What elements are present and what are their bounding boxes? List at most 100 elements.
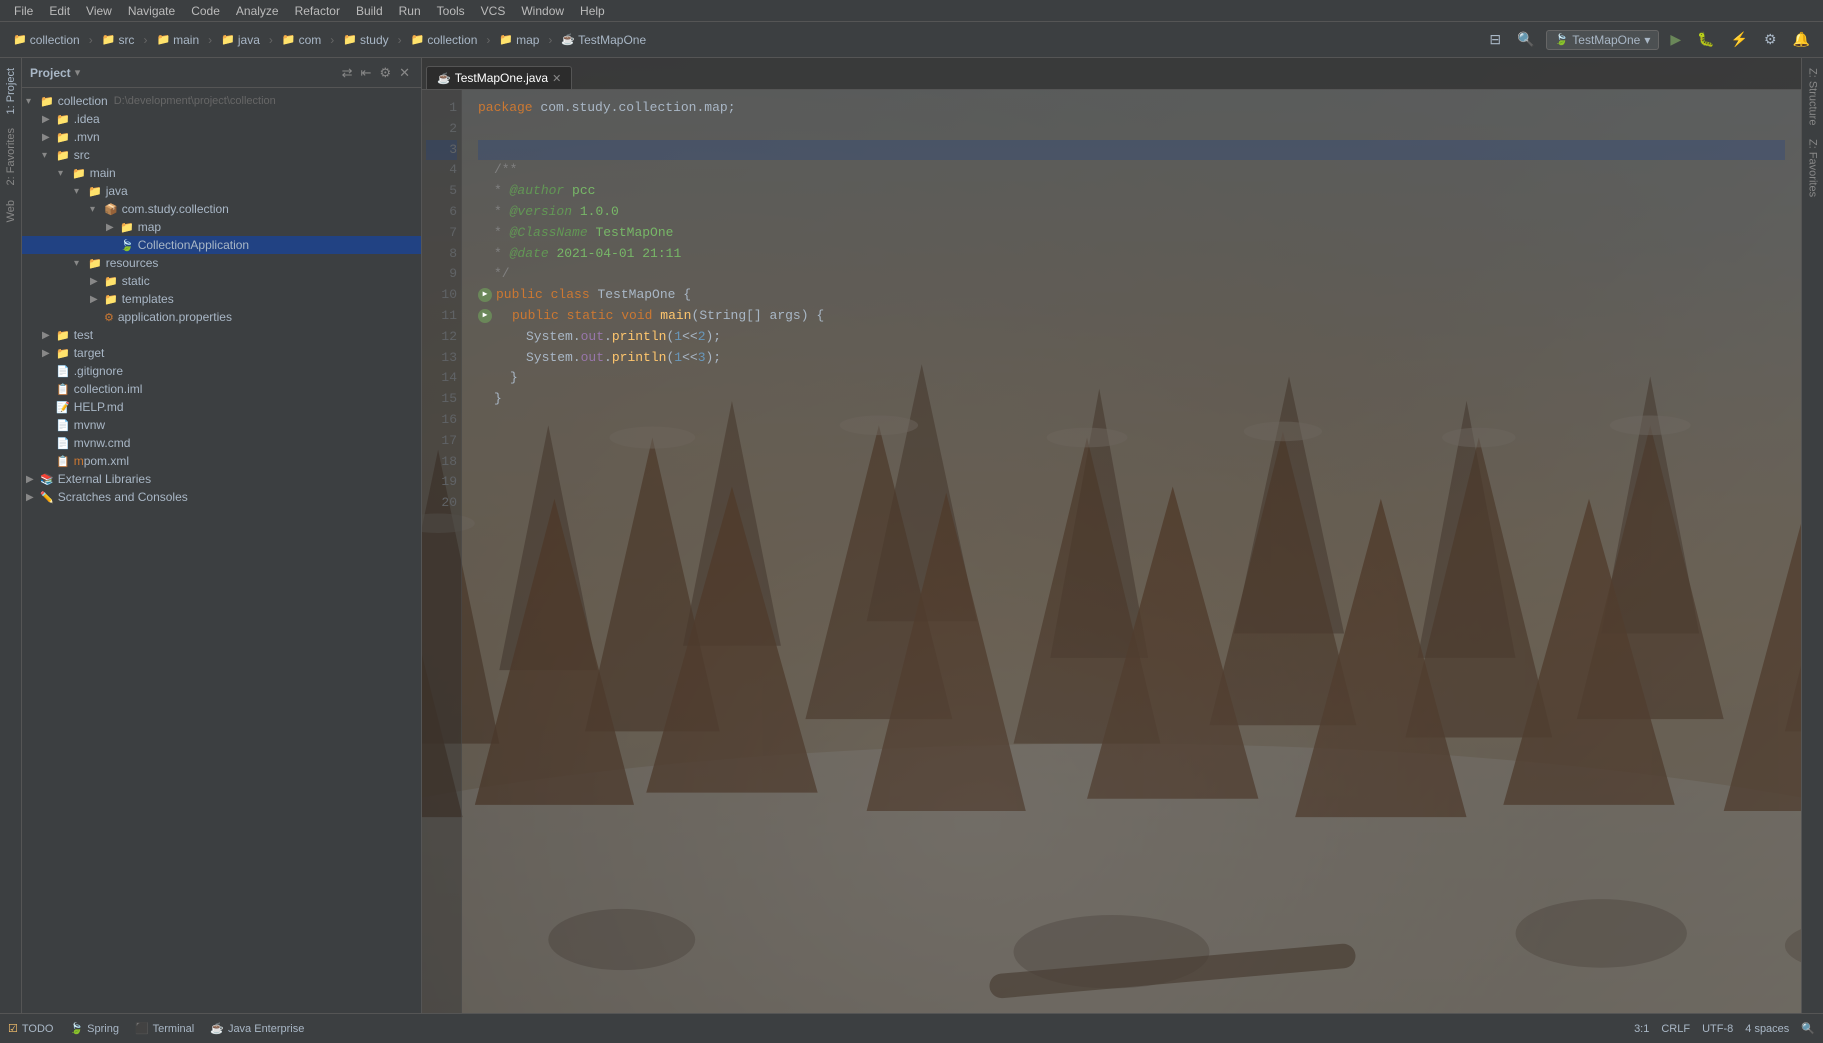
tree-item-app-properties[interactable]: ⚙ application.properties bbox=[22, 308, 421, 326]
left-sidebar-tabs: 1: Project 2: Favorites Web bbox=[0, 58, 22, 1013]
notifications-button[interactable]: 🔔 bbox=[1788, 28, 1815, 51]
file-icon: 📄 bbox=[56, 419, 70, 432]
tree-item-resources[interactable]: ▾ 📁 resources bbox=[22, 254, 421, 272]
sidebar-tab-favorites[interactable]: 2: Favorites bbox=[2, 122, 20, 191]
debug-button[interactable]: 🐛 bbox=[1692, 28, 1719, 51]
encoding[interactable]: UTF-8 bbox=[1702, 1022, 1733, 1035]
menu-vcs[interactable]: VCS bbox=[475, 2, 512, 20]
menu-refactor[interactable]: Refactor bbox=[289, 2, 346, 20]
profile-button[interactable]: ⚡ bbox=[1726, 28, 1753, 51]
run-button[interactable]: ▶ bbox=[1665, 28, 1686, 51]
editor-area: ☕ TestMapOne.java ✕ 1 2 3 4 5 6 7 8 9 10… bbox=[422, 58, 1801, 1013]
folder-icon: 📁 bbox=[156, 33, 170, 46]
menu-bar: File Edit View Navigate Code Analyze Ref… bbox=[0, 0, 1823, 22]
code-line-15: } bbox=[478, 389, 1785, 410]
code-line-11: ▶ public static void main(String[] args)… bbox=[478, 306, 1785, 327]
editor-content[interactable]: 1 2 3 4 5 6 7 8 9 10 11 12 13 14 15 16 1… bbox=[422, 90, 1801, 1013]
search-status-button[interactable]: 🔍 bbox=[1801, 1022, 1815, 1035]
tree-item-collectionapp[interactable]: 🍃 CollectionApplication bbox=[22, 236, 421, 254]
line-ending[interactable]: CRLF bbox=[1661, 1022, 1690, 1035]
search-everywhere-button[interactable]: 🔍 bbox=[1512, 28, 1539, 51]
menu-view[interactable]: View bbox=[80, 2, 118, 20]
menu-tools[interactable]: Tools bbox=[431, 2, 471, 20]
tree-item-test[interactable]: ▶ 📁 test bbox=[22, 326, 421, 344]
tree-item-helpmd[interactable]: 📝 HELP.md bbox=[22, 398, 421, 416]
breadcrumb-com[interactable]: 📁 com bbox=[277, 31, 326, 49]
editor-tab-testmapone[interactable]: ☕ TestMapOne.java ✕ bbox=[426, 66, 572, 89]
cursor-position[interactable]: 3:1 bbox=[1634, 1022, 1649, 1035]
breadcrumb-collection[interactable]: 📁 collection bbox=[8, 31, 85, 49]
folder-icon: 📁 bbox=[40, 95, 54, 108]
menu-run[interactable]: Run bbox=[393, 2, 427, 20]
menu-help[interactable]: Help bbox=[574, 2, 611, 20]
file-icon: 📄 bbox=[56, 437, 70, 450]
menu-file[interactable]: File bbox=[8, 2, 39, 20]
layout-toggle-button[interactable]: ⊟ bbox=[1484, 28, 1506, 51]
tree-item-templates[interactable]: ▶ 📁 templates bbox=[22, 290, 421, 308]
folder-icon: 📁 bbox=[343, 33, 357, 46]
status-todo[interactable]: ☑ TODO bbox=[8, 1022, 53, 1035]
run-gutter-button[interactable]: ▶ bbox=[478, 288, 492, 302]
tab-close-button[interactable]: ✕ bbox=[552, 72, 561, 85]
tree-item-pomxml[interactable]: 📋 m pom.xml bbox=[22, 452, 421, 470]
close-panel-button[interactable]: ✕ bbox=[396, 63, 413, 83]
code-editor[interactable]: package com.study.collection.map; /** * … bbox=[462, 90, 1801, 1013]
project-header-actions: ⇄ ⇤ ⚙ ✕ bbox=[339, 63, 413, 83]
breadcrumb-testmapone[interactable]: ☕ TestMapOne bbox=[556, 31, 651, 49]
breadcrumb-collection2[interactable]: 📁 collection bbox=[406, 31, 483, 49]
tree-item-iml[interactable]: 📋 collection.iml bbox=[22, 380, 421, 398]
menu-navigate[interactable]: Navigate bbox=[122, 2, 181, 20]
folder-icon: 📁 bbox=[104, 293, 118, 306]
scratches-icon: ✏️ bbox=[40, 491, 54, 504]
tree-item-mvnw-cmd[interactable]: 📄 mvnw.cmd bbox=[22, 434, 421, 452]
tree-item-gitignore[interactable]: 📄 .gitignore bbox=[22, 362, 421, 380]
tree-item-mvnw[interactable]: 📄 mvnw bbox=[22, 416, 421, 434]
sidebar-tab-project[interactable]: 1: Project bbox=[2, 62, 20, 120]
settings-button[interactable]: ⚙ bbox=[1759, 28, 1782, 51]
spring-icon: 🍃 bbox=[120, 239, 134, 252]
status-terminal[interactable]: ⬛ Terminal bbox=[135, 1022, 194, 1035]
sidebar-tab-web[interactable]: Web bbox=[2, 194, 20, 228]
tree-item-scratches[interactable]: ▶ ✏️ Scratches and Consoles bbox=[22, 488, 421, 506]
sidebar-tab-favorites-right[interactable]: Z: Favorites bbox=[1804, 133, 1822, 203]
terminal-icon: ⬛ bbox=[135, 1022, 149, 1035]
indent-setting[interactable]: 4 spaces bbox=[1745, 1022, 1789, 1035]
breadcrumb-main[interactable]: 📁 main bbox=[151, 31, 204, 49]
menu-code[interactable]: Code bbox=[185, 2, 226, 20]
tree-item-map[interactable]: ▶ 📁 map bbox=[22, 218, 421, 236]
status-java-enterprise[interactable]: ☕ Java Enterprise bbox=[210, 1022, 304, 1035]
code-line-9: */ bbox=[478, 264, 1785, 285]
run-main-gutter-button[interactable]: ▶ bbox=[478, 309, 492, 323]
breadcrumb-java[interactable]: 📁 java bbox=[216, 31, 265, 49]
breadcrumb-study[interactable]: 📁 study bbox=[338, 31, 393, 49]
code-line-2 bbox=[478, 119, 1785, 140]
tree-item-target[interactable]: ▶ 📁 target bbox=[22, 344, 421, 362]
tree-item-com-study-collection[interactable]: ▾ 📦 com.study.collection bbox=[22, 200, 421, 218]
code-line-7: * @ClassName TestMapOne bbox=[478, 223, 1785, 244]
collapse-all-button[interactable]: ⇤ bbox=[358, 63, 375, 83]
tree-item-root[interactable]: ▾ 📁 collection D:\development\project\co… bbox=[22, 92, 421, 110]
status-spring[interactable]: 🍃 Spring bbox=[69, 1022, 119, 1035]
tree-item-java[interactable]: ▾ 📁 java bbox=[22, 182, 421, 200]
tree-item-static[interactable]: ▶ 📁 static bbox=[22, 272, 421, 290]
breadcrumb-src[interactable]: 📁 src bbox=[97, 31, 140, 49]
tree-item-mvn[interactable]: ▶ 📁 .mvn bbox=[22, 128, 421, 146]
menu-edit[interactable]: Edit bbox=[43, 2, 76, 20]
menu-analyze[interactable]: Analyze bbox=[230, 2, 285, 20]
sync-button[interactable]: ⇄ bbox=[339, 63, 356, 83]
status-bar: ☑ TODO 🍃 Spring ⬛ Terminal ☕ Java Enterp… bbox=[0, 1013, 1823, 1043]
tree-item-main[interactable]: ▾ 📁 main bbox=[22, 164, 421, 182]
settings-gear-button[interactable]: ⚙ bbox=[376, 63, 394, 83]
code-line-10: ▶ public class TestMapOne { bbox=[478, 285, 1785, 306]
tree-item-idea[interactable]: ▶ 📁 .idea bbox=[22, 110, 421, 128]
breadcrumb-map[interactable]: 📁 map bbox=[494, 31, 544, 49]
menu-window[interactable]: Window bbox=[515, 2, 570, 20]
sidebar-tab-structure[interactable]: Z: Structure bbox=[1804, 62, 1822, 131]
code-line-13: System.out.println(1<<3); bbox=[478, 348, 1785, 369]
tree-item-external-libs[interactable]: ▶ 📚 External Libraries bbox=[22, 470, 421, 488]
folder-icon: 📁 bbox=[56, 329, 70, 342]
run-config-dropdown[interactable]: 🍃 TestMapOne ▾ bbox=[1546, 30, 1660, 50]
menu-build[interactable]: Build bbox=[350, 2, 389, 20]
tree-item-src[interactable]: ▾ 📁 src bbox=[22, 146, 421, 164]
file-icon: 📄 bbox=[56, 365, 70, 378]
